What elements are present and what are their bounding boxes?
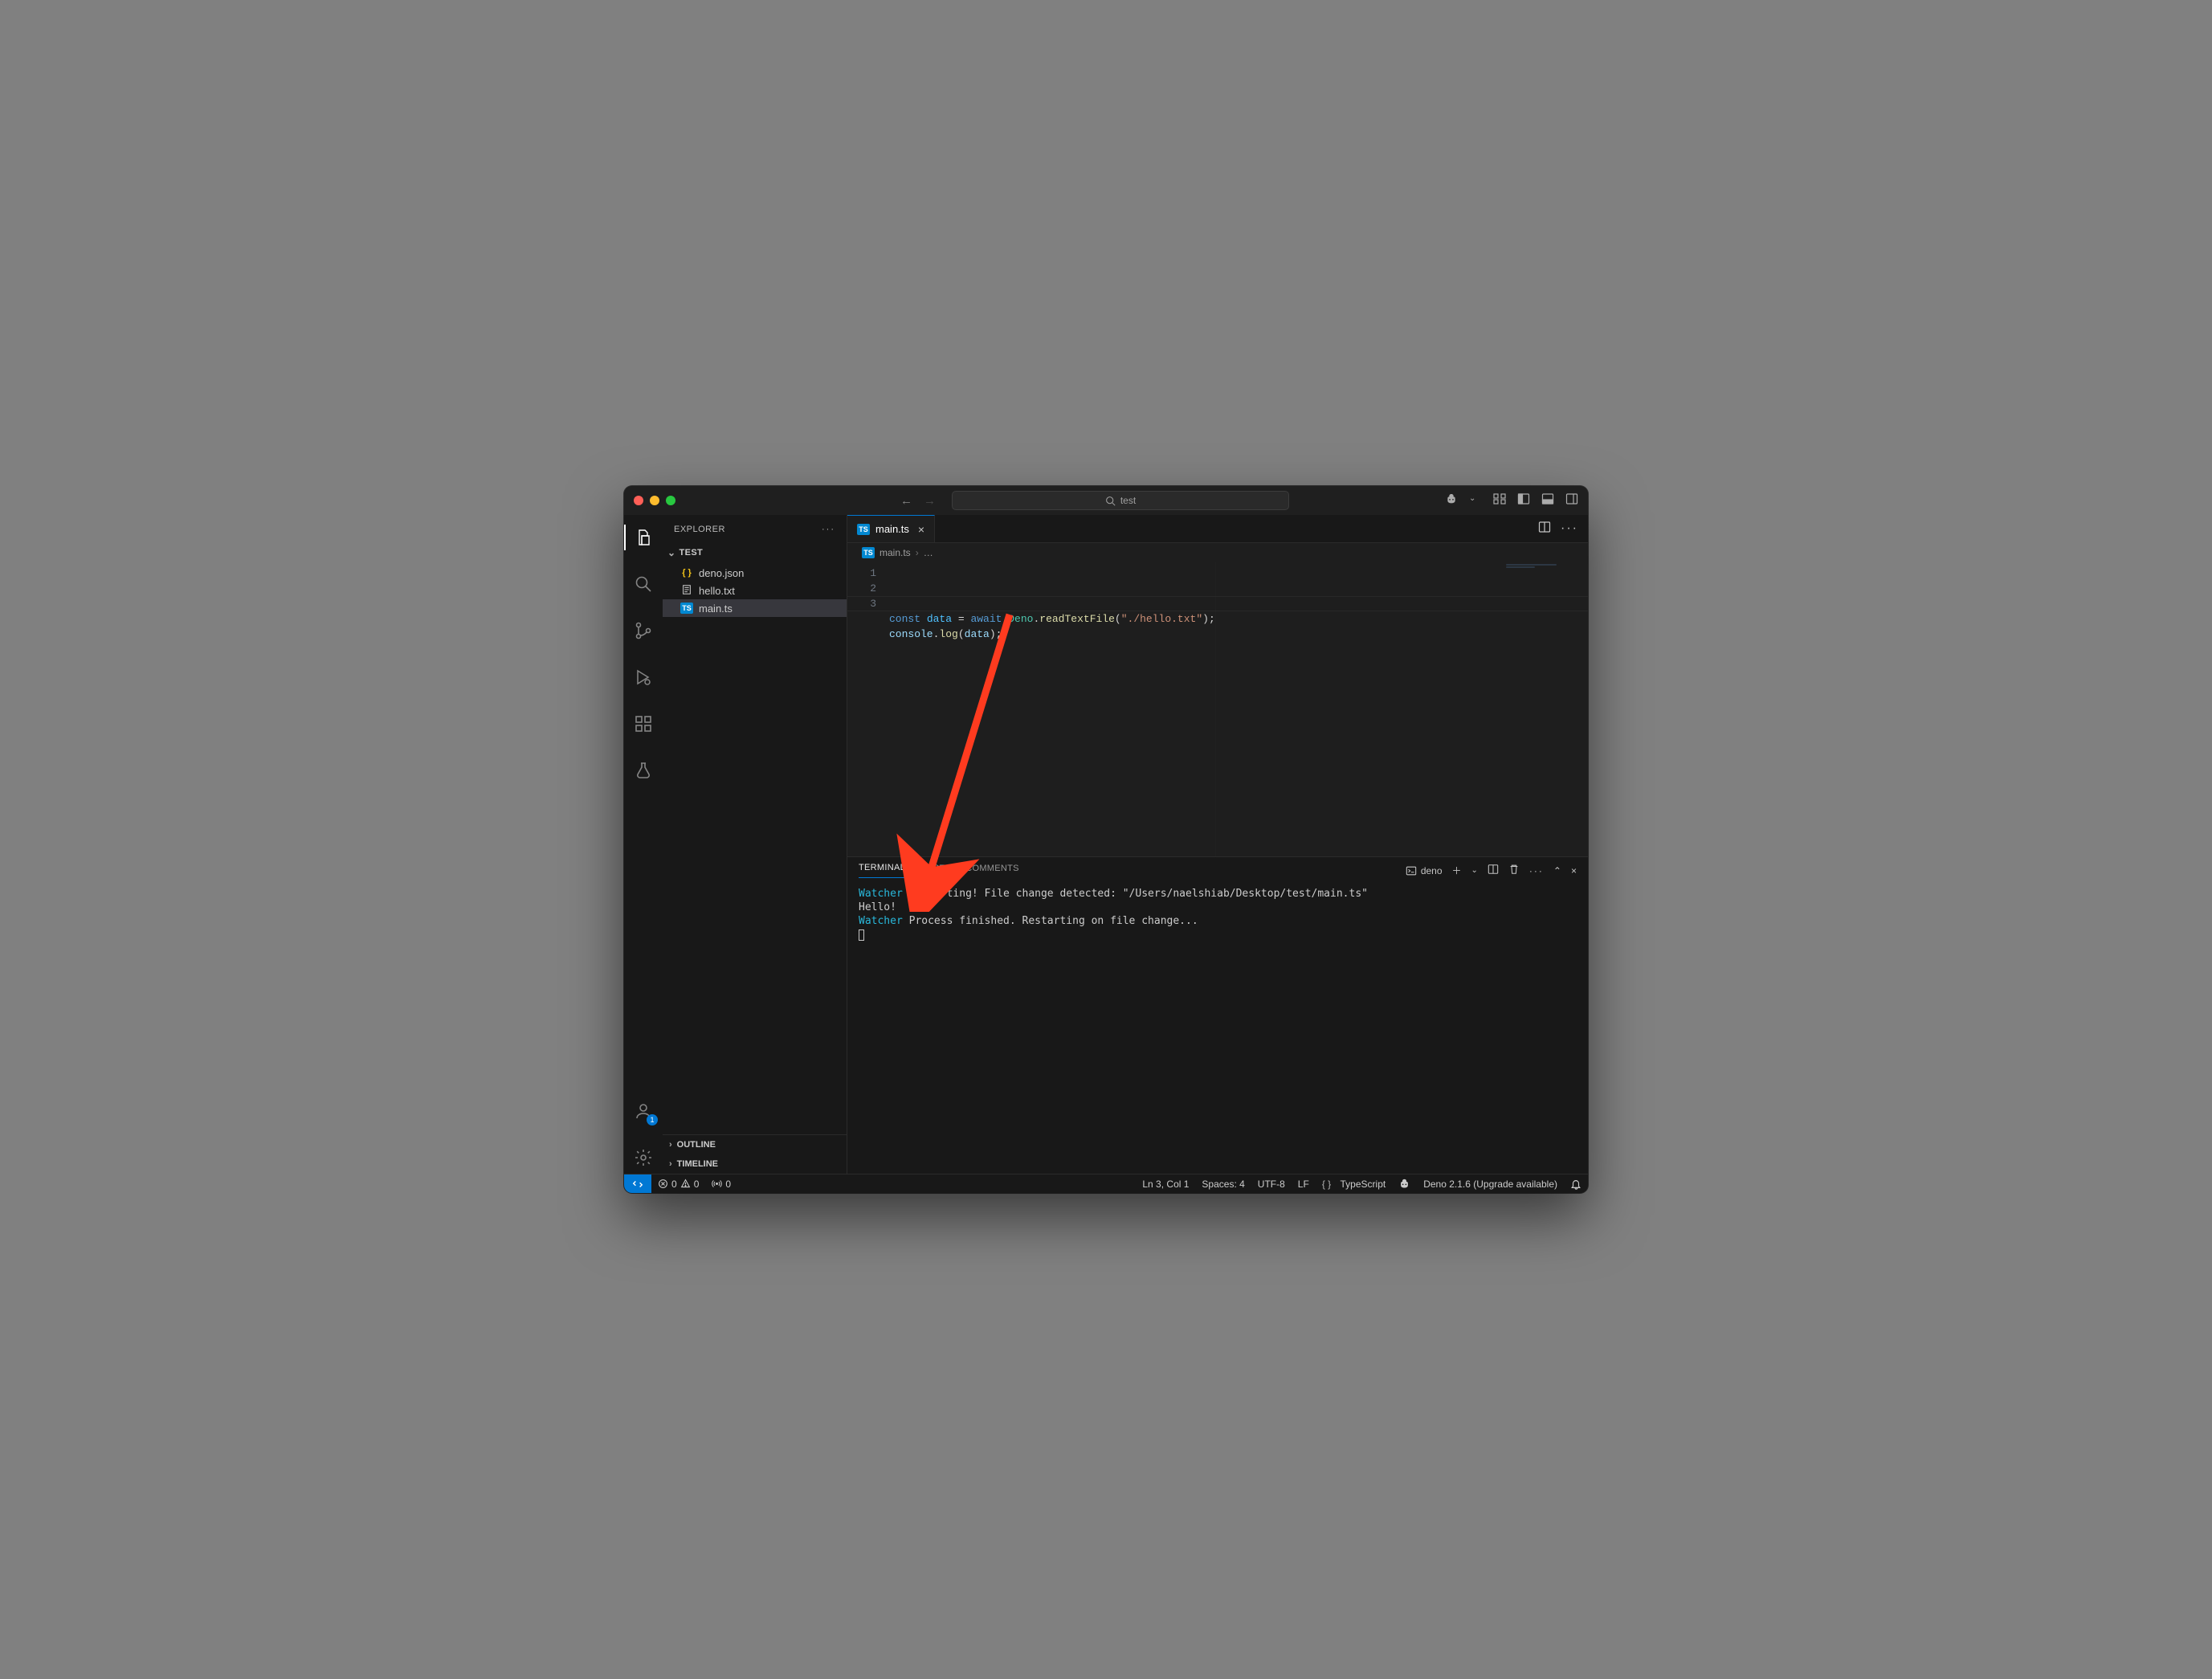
maximize-panel-icon[interactable]: ⌃ [1553, 865, 1561, 876]
explorer-more-icon[interactable]: ··· [822, 525, 835, 534]
breadcrumb-file: main.ts [879, 547, 911, 558]
chevron-right-icon: › [669, 1140, 672, 1150]
toggle-panel-icon[interactable] [1541, 492, 1554, 509]
folder-header[interactable]: ⌄ TEST [663, 543, 847, 562]
status-deno-version[interactable]: Deno 2.1.6 (Upgrade available) [1417, 1179, 1564, 1190]
file-tree-item[interactable]: TS main.ts [663, 599, 847, 617]
file-name: hello.txt [699, 585, 735, 597]
ports-count: 0 [725, 1179, 731, 1190]
outline-section[interactable]: › OUTLINE [663, 1135, 847, 1154]
code-area[interactable]: const data = await Deno.readTextFile("./… [889, 562, 1215, 856]
kill-terminal-icon[interactable] [1508, 864, 1520, 877]
close-window-button[interactable] [634, 496, 643, 505]
new-terminal-icon[interactable]: ＋ [1452, 864, 1462, 877]
split-terminal-icon[interactable] [1488, 864, 1499, 877]
status-indentation[interactable]: Spaces: 4 [1195, 1179, 1251, 1190]
timeline-section[interactable]: › TIMELINE [663, 1154, 847, 1174]
bottom-panel: TERMINAL PORTS COMMENTS deno ＋ ⌄ [847, 856, 1588, 1174]
panel-tab-bar: TERMINAL PORTS COMMENTS deno ＋ ⌄ [847, 857, 1588, 884]
activity-extensions[interactable] [624, 708, 663, 740]
explorer-header: EXPLORER ··· [663, 515, 847, 543]
activity-testing[interactable] [624, 754, 663, 786]
typescript-file-icon: TS [862, 547, 875, 558]
terminal-selector[interactable]: deno [1406, 865, 1443, 876]
errors-count: 0 [671, 1179, 677, 1190]
current-line-highlight [847, 596, 1588, 611]
json-file-icon: { } [682, 568, 692, 578]
file-name: deno.json [699, 567, 744, 579]
file-tree: { } deno.json hello.txt TS main.ts [663, 562, 847, 619]
status-notifications-icon[interactable] [1564, 1179, 1588, 1190]
file-name: main.ts [699, 603, 733, 615]
warnings-count: 0 [694, 1179, 700, 1190]
activity-accounts[interactable]: 1 [624, 1095, 663, 1127]
editor-group: TS main.ts × ··· TS main.ts › … 123 [847, 515, 1588, 1174]
toggle-secondary-sidebar-icon[interactable] [1565, 492, 1578, 509]
minimize-window-button[interactable] [650, 496, 659, 505]
history-nav: ← → [900, 494, 936, 508]
panel-tab-ports[interactable]: PORTS [920, 864, 951, 878]
status-encoding[interactable]: UTF-8 [1251, 1179, 1292, 1190]
status-cursor-position[interactable]: Ln 3, Col 1 [1136, 1179, 1195, 1190]
panel-tab-comments[interactable]: COMMENTS [965, 864, 1019, 878]
activity-source-control[interactable] [624, 615, 663, 647]
status-problems[interactable]: 0 0 [651, 1179, 705, 1190]
breadcrumb[interactable]: TS main.ts › … [847, 543, 1588, 562]
close-panel-icon[interactable]: × [1571, 865, 1577, 876]
search-icon [1105, 496, 1116, 506]
activity-search[interactable] [624, 568, 663, 600]
fullscreen-window-button[interactable] [666, 496, 675, 505]
terminal-cursor [859, 929, 864, 941]
panel-more-icon[interactable]: ··· [1529, 865, 1544, 876]
nav-forward-icon[interactable]: → [924, 494, 936, 508]
explorer-sidebar: EXPLORER ··· ⌄ TEST { } deno.json hello.tx… [663, 515, 847, 1174]
status-bar: 0 0 0 Ln 3, Col 1 Spaces: 4 UTF-8 LF { }… [624, 1174, 1588, 1193]
chevron-right-icon: › [669, 1159, 672, 1169]
chevron-right-icon: › [916, 547, 919, 558]
breadcrumb-more: … [924, 547, 933, 558]
activity-explorer[interactable] [624, 521, 663, 554]
status-language[interactable]: { } TypeScript [1316, 1179, 1392, 1190]
typescript-file-icon: TS [857, 524, 870, 535]
minimap[interactable] [1506, 564, 1578, 574]
activity-settings[interactable] [624, 1142, 663, 1174]
close-tab-icon[interactable]: × [918, 523, 924, 536]
accounts-badge: 1 [647, 1114, 658, 1125]
layout-customize-icon[interactable] [1493, 492, 1506, 509]
split-editor-icon[interactable] [1538, 521, 1551, 537]
title-bar: ← → test ⌄ [624, 486, 1588, 515]
editor-tab-bar: TS main.ts × ··· [847, 515, 1588, 543]
timeline-label: TIMELINE [677, 1159, 718, 1169]
search-placeholder: test [1120, 495, 1136, 506]
remote-indicator[interactable] [624, 1174, 651, 1193]
outline-label: OUTLINE [677, 1140, 716, 1150]
activity-bar: 1 [624, 515, 663, 1174]
tab-more-icon[interactable]: ··· [1561, 521, 1578, 536]
panel-tab-terminal[interactable]: TERMINAL [859, 863, 905, 878]
status-eol[interactable]: LF [1292, 1179, 1316, 1190]
terminal-name: deno [1421, 865, 1443, 876]
status-ports[interactable]: 0 [705, 1179, 737, 1190]
file-tree-item[interactable]: { } deno.json [663, 564, 847, 582]
chevron-down-icon: ⌄ [667, 547, 675, 558]
code-editor[interactable]: 123 const data = await Deno.readTextFile… [847, 562, 1588, 856]
toggle-primary-sidebar-icon[interactable] [1517, 492, 1530, 509]
status-copilot-icon[interactable] [1392, 1178, 1417, 1190]
editor-tab-main-ts[interactable]: TS main.ts × [847, 515, 935, 542]
command-center-search[interactable]: test [952, 491, 1289, 510]
file-tree-item[interactable]: hello.txt [663, 582, 847, 599]
copilot-icon[interactable] [1445, 492, 1458, 509]
text-file-icon [681, 584, 692, 598]
typescript-file-icon: TS [680, 603, 693, 614]
nav-back-icon[interactable]: ← [900, 494, 912, 508]
terminal-dropdown-icon[interactable]: ⌄ [1471, 866, 1478, 875]
activity-run-debug[interactable] [624, 661, 663, 693]
copilot-chevron-icon[interactable]: ⌄ [1469, 494, 1482, 507]
tab-label: main.ts [875, 523, 909, 535]
terminal-output[interactable]: Watcher Restarting! File change detected… [847, 884, 1588, 1174]
vscode-window: ← → test ⌄ [624, 486, 1588, 1193]
folder-name: TEST [679, 548, 703, 558]
window-controls [634, 496, 675, 505]
explorer-title: EXPLORER [674, 525, 725, 534]
